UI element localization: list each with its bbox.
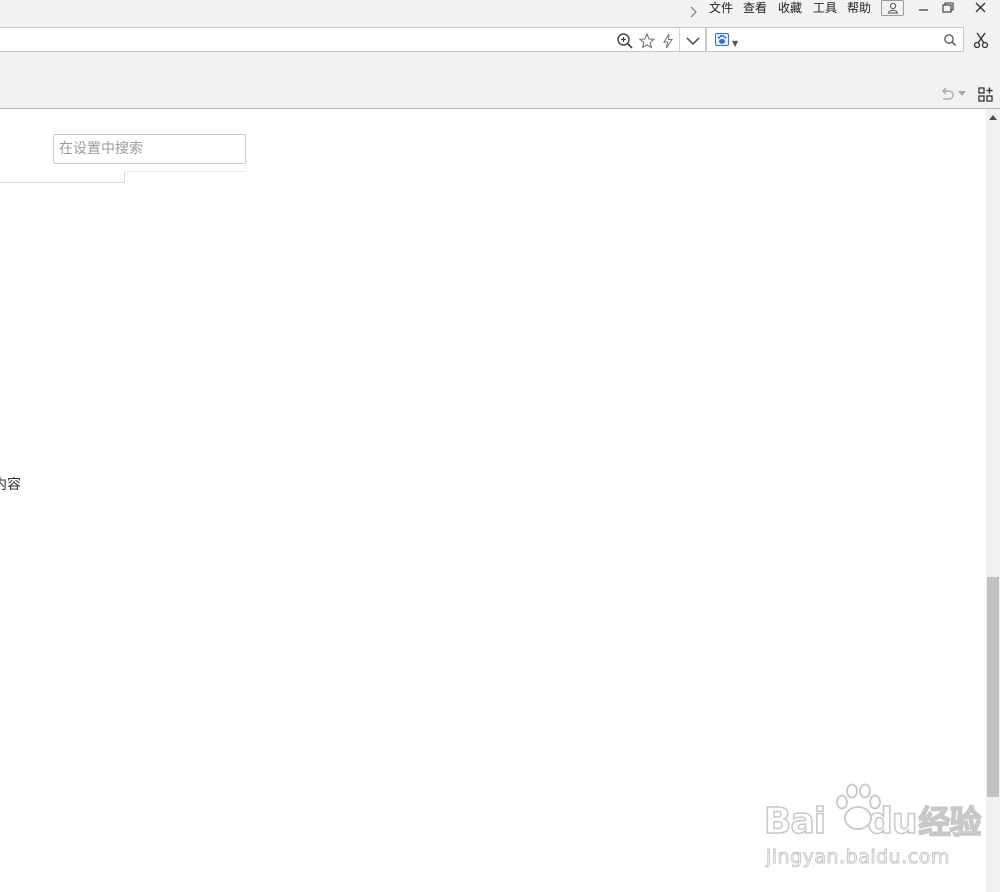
star-icon[interactable] (638, 32, 656, 50)
settings-option-label: 内容 (0, 477, 21, 493)
baidu-paw-icon[interactable] (715, 33, 729, 46)
toolbar-strip (0, 53, 1000, 109)
scroll-up-icon[interactable] (989, 115, 997, 120)
menu-file[interactable]: 文件 (709, 0, 733, 17)
menu-bar: 文件 查看 收藏 工具 帮助 (0, 0, 1000, 27)
menu-view[interactable]: 查看 (743, 0, 767, 17)
settings-nav-panel-edge (0, 171, 125, 183)
minimize-icon[interactable] (916, 1, 932, 15)
vertical-scrollbar[interactable] (986, 109, 1000, 892)
menu-help[interactable]: 帮助 (847, 0, 871, 17)
apps-grid-icon[interactable] (978, 87, 994, 103)
watermark-url: jingyan.baidu.com (766, 846, 950, 869)
zoom-in-icon[interactable] (616, 32, 634, 50)
search-icon[interactable] (943, 33, 957, 47)
baidu-jingyan-watermark: Bai du经验 jingyan.baidu.com (763, 782, 982, 874)
address-bar[interactable] (0, 27, 706, 52)
undo-dropdown-icon[interactable] (958, 91, 966, 97)
undo-icon[interactable] (938, 85, 956, 103)
engine-dropdown-caret[interactable]: ▼ (732, 40, 738, 48)
scrollbar-thumb[interactable] (987, 577, 999, 797)
menu-tools[interactable]: 工具 (813, 0, 837, 17)
baidu-paw-logo-icon (836, 783, 881, 830)
menu-favorites[interactable]: 收藏 (778, 0, 802, 17)
chevron-down-icon[interactable] (684, 32, 702, 50)
user-icon (887, 2, 899, 14)
address-bar-row: ▼ (0, 27, 1000, 53)
divider (125, 171, 246, 172)
settings-search-input[interactable] (53, 134, 246, 164)
scissors-icon[interactable] (972, 31, 990, 49)
close-icon[interactable] (973, 1, 989, 15)
restore-icon[interactable] (940, 1, 956, 15)
lightning-icon[interactable] (659, 32, 677, 50)
web-search-box[interactable]: ▼ (706, 27, 964, 52)
chevron-right-icon[interactable] (686, 5, 700, 19)
user-account-button[interactable] (881, 0, 904, 16)
divider (679, 28, 680, 51)
settings-page: 内容 Baidu经验 jingyan.baidu.com (0, 109, 986, 892)
